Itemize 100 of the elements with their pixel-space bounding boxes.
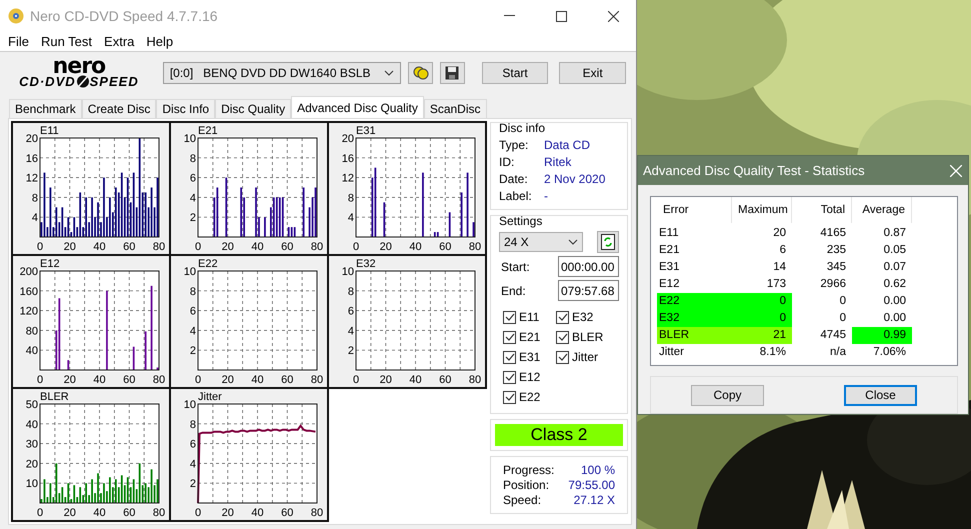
close-icon[interactable] (608, 10, 618, 22)
logo-text: nero (52, 58, 106, 75)
time-field[interactable]: 079:57.68 (558, 280, 619, 301)
column-header[interactable]: Maximum (732, 197, 792, 223)
menu-item[interactable]: File (2, 34, 35, 50)
checkbox[interactable] (503, 330, 516, 344)
table-cell: 0 (732, 293, 792, 310)
checkbox[interactable] (503, 350, 516, 364)
chart-title: E12 (40, 258, 60, 270)
table-cell-text: 0.07 (882, 260, 907, 275)
progress-label: Speed: (503, 493, 542, 507)
tab[interactable]: Advanced Disc Quality (291, 96, 424, 118)
column-header[interactable]: Error (657, 197, 732, 223)
checkbox-label: E22 (519, 390, 540, 404)
progress-label: Position: (503, 478, 550, 492)
table-cell-text: 0.00 (882, 294, 907, 309)
column-header[interactable]: Average (852, 197, 912, 223)
tab[interactable]: ScanDisc (424, 99, 487, 118)
tab[interactable]: Create Disc (82, 99, 156, 118)
axis-tick-label: 50 (26, 399, 38, 411)
table-cell-text: 345 (826, 260, 847, 275)
chart-bar (225, 178, 228, 237)
axis-tick-label: 8 (190, 286, 196, 298)
axis-tick-label: 80 (468, 374, 482, 385)
tab[interactable]: Benchmark (9, 99, 82, 118)
axis-tick-label: 8 (190, 418, 196, 431)
axis-tick-label: 20 (380, 241, 392, 252)
axis-tick-label: 0 (352, 241, 360, 252)
tab[interactable]: Disc Info (156, 99, 216, 118)
table-cell-text: 235 (826, 243, 847, 258)
checkbox[interactable] (503, 310, 516, 324)
dialog-button[interactable]: Copy (691, 384, 764, 406)
toolbar-button[interactable]: Exit (559, 62, 626, 84)
axis-tick-label: 0 (194, 507, 202, 518)
axis-tick-label: 0 (194, 374, 202, 385)
toolbar-button[interactable]: Start (482, 62, 548, 84)
info-label: Type: (499, 138, 530, 152)
speed-select[interactable]: 24 X (499, 232, 583, 252)
axis-tick-label: 80 (468, 241, 482, 252)
axis-tick-label: 2 (190, 345, 196, 358)
axis-tick-label: 60 (439, 241, 452, 252)
axis-tick-label: 40 (409, 374, 422, 385)
axis-tick-label: 2 (190, 212, 196, 224)
table-cell-text: 7.06% (872, 345, 907, 360)
table-cell-text: 6 (778, 243, 787, 258)
axis-tick-label: 60 (281, 374, 294, 385)
table-cell: 21 (732, 327, 792, 344)
chart-title: E32 (356, 258, 376, 270)
axis-tick-label: 10 (184, 266, 196, 278)
menu-item[interactable]: Help (140, 34, 180, 50)
refresh-icon (601, 234, 615, 250)
table-cell-text: 0 (838, 294, 847, 309)
tab[interactable]: Disc Quality (215, 99, 292, 118)
dialog-button[interactable]: Close (844, 384, 917, 406)
time-field[interactable]: 000:00.00 (558, 256, 619, 277)
axis-tick-label: 10 (184, 133, 196, 145)
table-cell-text: 8.1% (758, 345, 787, 360)
table-cell-text: E31 (658, 260, 680, 275)
checkbox[interactable] (556, 330, 569, 344)
maximize-icon[interactable] (556, 10, 566, 22)
axis-tick-label: 40 (26, 345, 38, 358)
table-cell-text: 14 (772, 260, 787, 275)
checkbox[interactable] (503, 390, 516, 404)
minimize-icon[interactable] (504, 15, 514, 17)
table-cell-text: 4165 (819, 226, 847, 241)
checkbox[interactable] (556, 310, 569, 324)
group-title: Settings (499, 214, 544, 228)
axis-tick-label: 8 (348, 192, 354, 204)
table-cell-text: 0.87 (882, 226, 907, 241)
axis-tick-label: 60 (123, 374, 136, 385)
axis-tick-label: 80 (310, 507, 324, 518)
menu-item[interactable]: Run Test (34, 34, 98, 50)
axis-tick-label: 2 (190, 478, 196, 490)
axis-tick-label: 4 (348, 212, 354, 224)
column-header[interactable]: Total (792, 197, 852, 223)
axis-tick-label: 80 (310, 374, 324, 385)
axis-tick-label: 40 (251, 507, 264, 518)
axis-tick-label: 200 (20, 266, 38, 278)
axis-tick-label: 4 (190, 325, 196, 338)
table-cell-text: 173 (766, 277, 787, 292)
refresh-button[interactable] (597, 231, 619, 253)
axis-tick-label: 10 (26, 478, 38, 490)
table-cell: BLER (657, 327, 732, 344)
axis-tick-label: 20 (64, 507, 76, 518)
axis-tick-label: 160 (20, 286, 38, 298)
drive-select[interactable]: [0:0] BENQ DVD DD DW1640 BSLB (162, 62, 402, 84)
checkbox[interactable] (503, 370, 516, 384)
axis-tick-label: 40 (93, 507, 106, 518)
info-value: Ritek (544, 155, 572, 169)
axis-tick-label: 16 (26, 152, 38, 165)
table-cell-text: E11 (658, 226, 680, 241)
menu-item[interactable]: Extra (98, 34, 140, 50)
info-value: Data CD (544, 138, 592, 152)
axis-tick-label: 6 (190, 172, 196, 185)
axis-tick-label: 6 (190, 438, 196, 451)
checkbox[interactable] (556, 350, 569, 364)
axis-tick-label: 0 (36, 507, 44, 518)
axis-tick-label: 60 (281, 507, 294, 518)
save-button[interactable] (440, 62, 465, 84)
axis-tick-label: 4 (32, 212, 38, 224)
